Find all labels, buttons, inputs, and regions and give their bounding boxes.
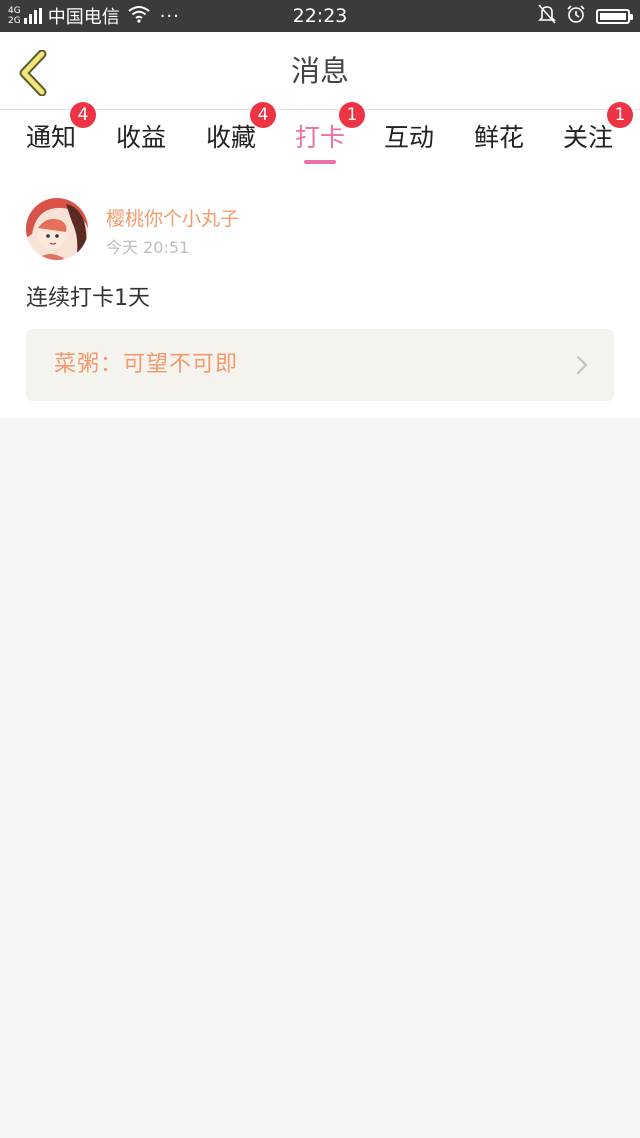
tab-favorites[interactable]: 收藏 4 (196, 102, 276, 170)
message-text: 连续打卡1天 (26, 286, 150, 311)
tab-notify[interactable]: 通知 4 (16, 102, 96, 170)
chevron-right-icon (576, 355, 588, 379)
tab-label: 鲜花 (473, 123, 524, 152)
nav-bar: 消息 (0, 32, 640, 110)
avatar[interactable] (26, 198, 88, 260)
tab-label: 互动 (383, 123, 434, 152)
tab-label: 收藏 (205, 123, 256, 152)
mute-bell-icon (538, 4, 556, 28)
tab-label: 打卡 (294, 123, 345, 152)
tab-label: 通知 (25, 123, 76, 152)
tab-badge: 1 (607, 102, 633, 128)
timestamp: 今天 20:51 (106, 238, 190, 257)
page-title: 消息 (290, 54, 349, 88)
status-bar: 4G 2G 中国电信 ··· 22:23 (0, 0, 640, 32)
tab-label: 收益 (115, 123, 166, 152)
avatar-image (26, 198, 88, 260)
battery-level (600, 12, 626, 20)
tab-follow[interactable]: 关注 1 (553, 102, 633, 170)
battery-icon (596, 8, 633, 24)
tab-interact[interactable]: 互动 (374, 110, 444, 170)
checkin-link-label: 菜粥：可望不可即 (54, 352, 239, 377)
message-card: 樱桃你个小丸子 今天 20:51 连续打卡1天 菜粥：可望不可即 (0, 170, 640, 418)
username[interactable]: 樱桃你个小丸子 (106, 204, 239, 231)
tab-badge: 4 (70, 102, 96, 128)
tab-earnings[interactable]: 收益 (106, 110, 176, 170)
tab-bar: 通知 4 收益 收藏 4 打卡 1 互动 鲜花 关注 1 (0, 102, 640, 170)
tab-badge: 1 (339, 102, 365, 128)
alarm-icon (566, 4, 586, 28)
active-tab-indicator (304, 160, 336, 164)
tab-checkin[interactable]: 打卡 1 (285, 102, 365, 170)
tab-label: 关注 (562, 123, 613, 152)
tab-flowers[interactable]: 鲜花 (464, 110, 534, 170)
checkin-link[interactable]: 菜粥：可望不可即 (26, 329, 614, 401)
tab-badge: 4 (250, 102, 276, 128)
status-right (538, 0, 633, 32)
